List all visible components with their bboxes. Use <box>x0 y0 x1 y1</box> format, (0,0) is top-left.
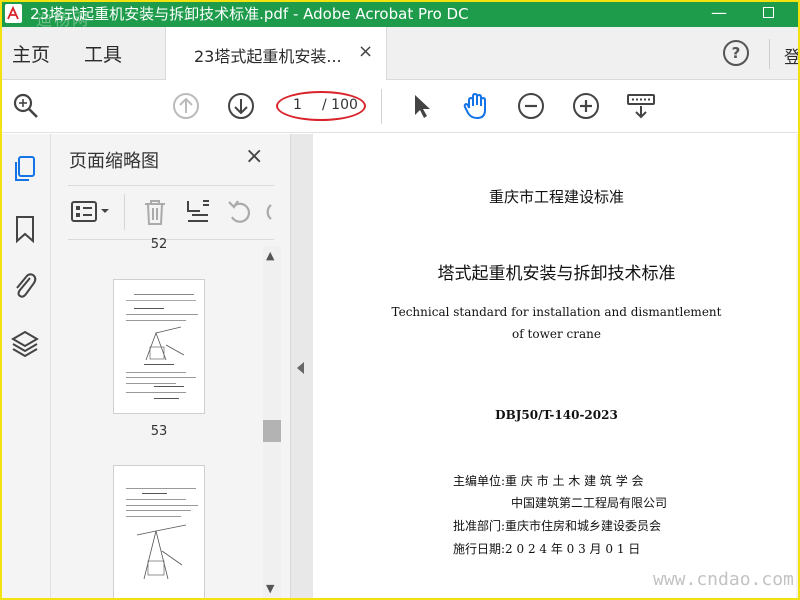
page-thumbnails-icon[interactable] <box>10 154 40 184</box>
keyboard-scroll-icon[interactable] <box>625 90 657 122</box>
tab-tools[interactable]: 工具 <box>84 40 122 67</box>
watermark-bottom: www.cndao.com <box>653 569 794 590</box>
close-tab-button[interactable]: × <box>358 41 373 62</box>
doc-editor-2: 中国建筑第二工程局有限公司 <box>511 496 668 510</box>
attachment-icon[interactable] <box>10 270 40 300</box>
scroll-up-icon[interactable]: ▲ <box>266 249 274 262</box>
acrobat-app-icon <box>5 4 22 23</box>
thumbnail-options-icon[interactable] <box>70 197 112 227</box>
scroll-down-icon[interactable]: ▼ <box>266 582 274 595</box>
panel-toolbar-divider <box>124 194 125 230</box>
title-bar: 23塔式起重机安装与拆卸技术标准.pdf - Adobe Acrobat Pro… <box>0 0 800 29</box>
doc-header: 重庆市工程建设标准 <box>488 188 624 206</box>
bookmark-icon[interactable] <box>10 214 40 244</box>
close-panel-button[interactable]: × <box>245 144 263 169</box>
panel-toolbar <box>68 185 274 240</box>
document-tab-label: 23塔式起重机安装... <box>194 47 342 66</box>
doc-date: 施行日期:2 0 2 4 年 0 3 月 0 1 日 <box>453 542 641 556</box>
tab-home[interactable]: 主页 <box>12 40 50 67</box>
maximize-button[interactable] <box>755 2 781 24</box>
hand-tool-icon[interactable] <box>460 90 492 122</box>
collapse-panel-handle[interactable] <box>291 134 313 600</box>
page-thumbnail-54[interactable] <box>113 465 205 600</box>
toolbar: 1 / 100 <box>0 80 800 133</box>
page-up-icon[interactable] <box>170 90 202 122</box>
doc-editor: 主编单位:重 庆 市 土 木 建 筑 学 会 <box>453 474 644 488</box>
collapse-arrow-icon <box>297 362 304 374</box>
page-thumbnails-panel: 页面缩略图 × 52 53 ▲ ▼ <box>51 134 291 600</box>
page-number-input[interactable]: 1 <box>293 97 302 113</box>
page-down-icon[interactable] <box>225 90 257 122</box>
thumbnail-scrollbar[interactable]: ▲ ▼ <box>263 246 281 600</box>
doc-approver: 批准部门:重庆市住房和城乡建设委员会 <box>453 519 662 533</box>
rotate-right-icon[interactable] <box>263 197 274 227</box>
delete-icon[interactable] <box>140 197 170 227</box>
thumbnail-page-52-label: 52 <box>150 237 168 249</box>
tabbar-divider <box>769 39 770 69</box>
thumbnail-page-53-label: 53 <box>150 424 168 439</box>
rotate-icon[interactable] <box>225 197 255 227</box>
doc-title-en-1: Technical standard for installation and … <box>391 305 722 319</box>
doc-title-cn: 塔式起重机安装与拆卸技术标准 <box>437 264 676 284</box>
toolbar-divider <box>381 89 382 124</box>
page-total: / 100 <box>322 97 358 113</box>
select-arrow-icon[interactable] <box>405 90 437 122</box>
tab-bar: 主页 工具 23塔式起重机安装... × ? 登 <box>0 27 800 80</box>
help-button[interactable]: ? <box>723 40 749 66</box>
document-tab[interactable]: 23塔式起重机安装... × <box>165 27 387 80</box>
document-view: 重庆市工程建设标准 塔式起重机安装与拆卸技术标准 Technical stand… <box>313 134 800 600</box>
panel-title: 页面缩略图 <box>69 151 159 172</box>
scrollbar-thumb[interactable] <box>263 420 281 442</box>
document-scroll-edge <box>796 134 800 600</box>
login-button[interactable]: 登 <box>784 43 800 68</box>
doc-code: DBJ50/T-140-2023 <box>495 408 618 422</box>
layers-icon[interactable] <box>10 329 40 359</box>
doc-title-en-2: of tower crane <box>512 327 601 341</box>
extract-icon[interactable] <box>183 197 213 227</box>
minimize-button[interactable]: — <box>706 2 732 24</box>
navigation-rail <box>0 134 51 600</box>
page-thumbnail-53[interactable] <box>113 279 205 414</box>
zoom-in-icon[interactable] <box>570 90 602 122</box>
maximize-icon <box>762 7 774 18</box>
zoom-search-icon[interactable] <box>10 90 42 122</box>
zoom-out-icon[interactable] <box>515 90 547 122</box>
window-title: 23塔式起重机安装与拆卸技术标准.pdf - Adobe Acrobat Pro… <box>30 5 469 23</box>
